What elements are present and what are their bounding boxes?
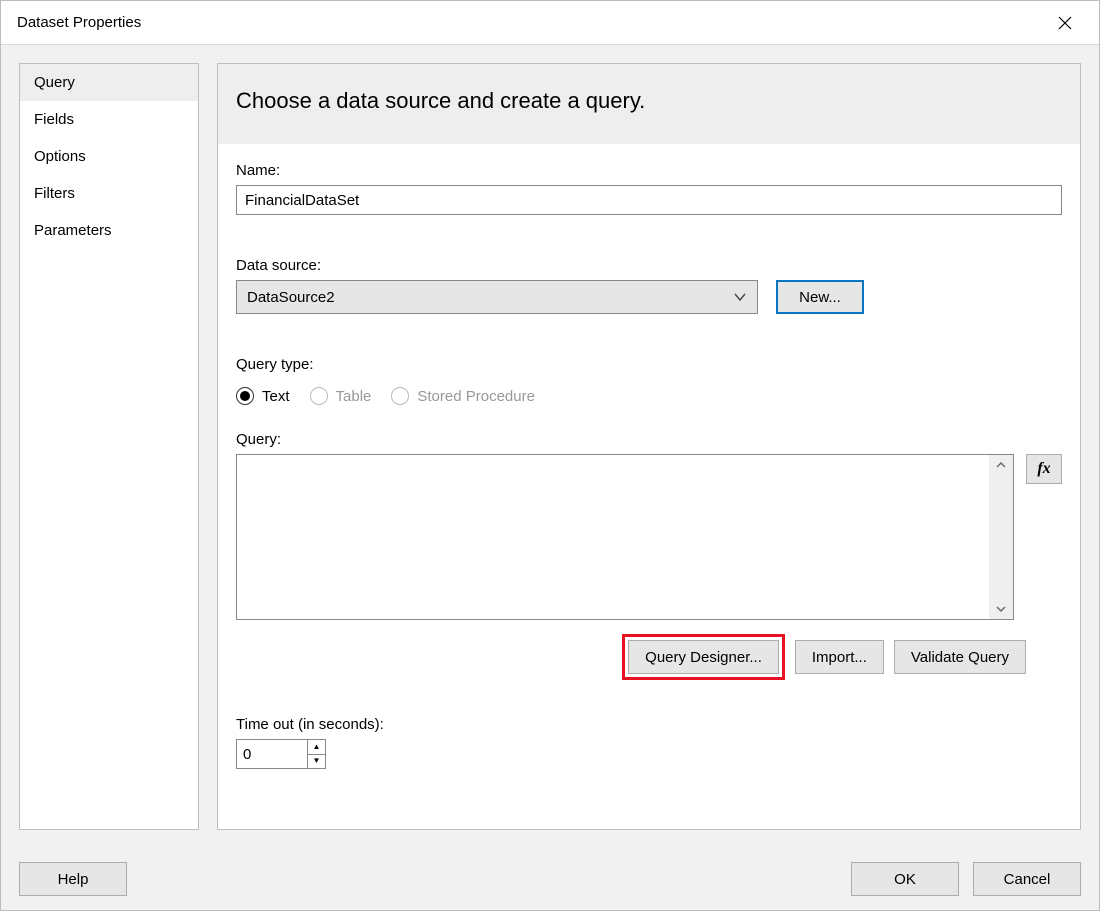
highlight-annotation: Query Designer... bbox=[622, 634, 785, 680]
panel-heading: Choose a data source and create a query. bbox=[218, 64, 1080, 144]
radio-label: Text bbox=[262, 388, 290, 405]
new-data-source-button[interactable]: New... bbox=[776, 280, 864, 314]
sidebar-item-label: Options bbox=[34, 148, 86, 165]
dialog-body: Query Fields Options Filters Parameters … bbox=[1, 45, 1099, 848]
query-type-label: Query type: bbox=[236, 356, 1062, 373]
ok-button[interactable]: OK bbox=[851, 862, 959, 896]
radio-text[interactable]: Text bbox=[236, 387, 290, 405]
expression-button[interactable]: fx bbox=[1026, 454, 1062, 484]
radio-circle-icon bbox=[310, 387, 328, 405]
name-label: Name: bbox=[236, 162, 1062, 179]
data-source-select[interactable]: DataSource2 bbox=[236, 280, 758, 314]
main-panel: Choose a data source and create a query.… bbox=[217, 63, 1081, 830]
dialog-footer: Help OK Cancel bbox=[1, 848, 1099, 910]
scroll-down-icon bbox=[995, 603, 1007, 615]
spinner-arrows[interactable]: ▲ ▼ bbox=[307, 740, 325, 768]
query-type-group: Text Table Stored Procedure bbox=[236, 387, 1062, 405]
close-icon bbox=[1058, 16, 1072, 30]
radio-label: Table bbox=[336, 388, 372, 405]
sidebar-item-label: Parameters bbox=[34, 222, 112, 239]
cancel-button[interactable]: Cancel bbox=[973, 862, 1081, 896]
timeout-spinner[interactable]: 0 ▲ ▼ bbox=[236, 739, 326, 769]
main-content: Name: Data source: DataSource2 New... bbox=[218, 144, 1080, 829]
sidebar-item-label: Filters bbox=[34, 185, 75, 202]
fx-icon: fx bbox=[1037, 460, 1050, 478]
query-textarea[interactable] bbox=[236, 454, 1014, 620]
data-source-value: DataSource2 bbox=[247, 289, 733, 306]
radio-circle-icon bbox=[391, 387, 409, 405]
window-title: Dataset Properties bbox=[17, 14, 1045, 31]
sidebar-item-options[interactable]: Options bbox=[20, 138, 198, 175]
sidebar-item-fields[interactable]: Fields bbox=[20, 101, 198, 138]
scroll-up-icon bbox=[995, 459, 1007, 471]
name-input[interactable] bbox=[236, 185, 1062, 215]
radio-circle-icon bbox=[236, 387, 254, 405]
dialog-window: Dataset Properties Query Fields Options … bbox=[0, 0, 1100, 911]
radio-dot-icon bbox=[240, 391, 250, 401]
import-button[interactable]: Import... bbox=[795, 640, 884, 674]
help-button[interactable]: Help bbox=[19, 862, 127, 896]
close-button[interactable] bbox=[1045, 8, 1085, 38]
query-label: Query: bbox=[236, 431, 1062, 448]
radio-table: Table bbox=[310, 387, 372, 405]
sidebar-item-label: Query bbox=[34, 74, 75, 91]
timeout-label: Time out (in seconds): bbox=[236, 716, 1062, 733]
chevron-down-icon bbox=[733, 290, 747, 304]
query-designer-button[interactable]: Query Designer... bbox=[628, 640, 779, 674]
sidebar-item-filters[interactable]: Filters bbox=[20, 175, 198, 212]
sidebar-item-query[interactable]: Query bbox=[20, 64, 198, 101]
sidebar-item-parameters[interactable]: Parameters bbox=[20, 212, 198, 249]
titlebar: Dataset Properties bbox=[1, 1, 1099, 45]
radio-stored-procedure: Stored Procedure bbox=[391, 387, 535, 405]
sidebar-item-label: Fields bbox=[34, 111, 74, 128]
spinner-up-icon[interactable]: ▲ bbox=[308, 740, 325, 755]
data-source-label: Data source: bbox=[236, 257, 1062, 274]
query-scrollbar[interactable] bbox=[989, 455, 1013, 619]
spinner-down-icon[interactable]: ▼ bbox=[308, 755, 325, 769]
radio-label: Stored Procedure bbox=[417, 388, 535, 405]
validate-query-button[interactable]: Validate Query bbox=[894, 640, 1026, 674]
timeout-value[interactable]: 0 bbox=[237, 740, 307, 768]
sidebar: Query Fields Options Filters Parameters bbox=[19, 63, 199, 830]
